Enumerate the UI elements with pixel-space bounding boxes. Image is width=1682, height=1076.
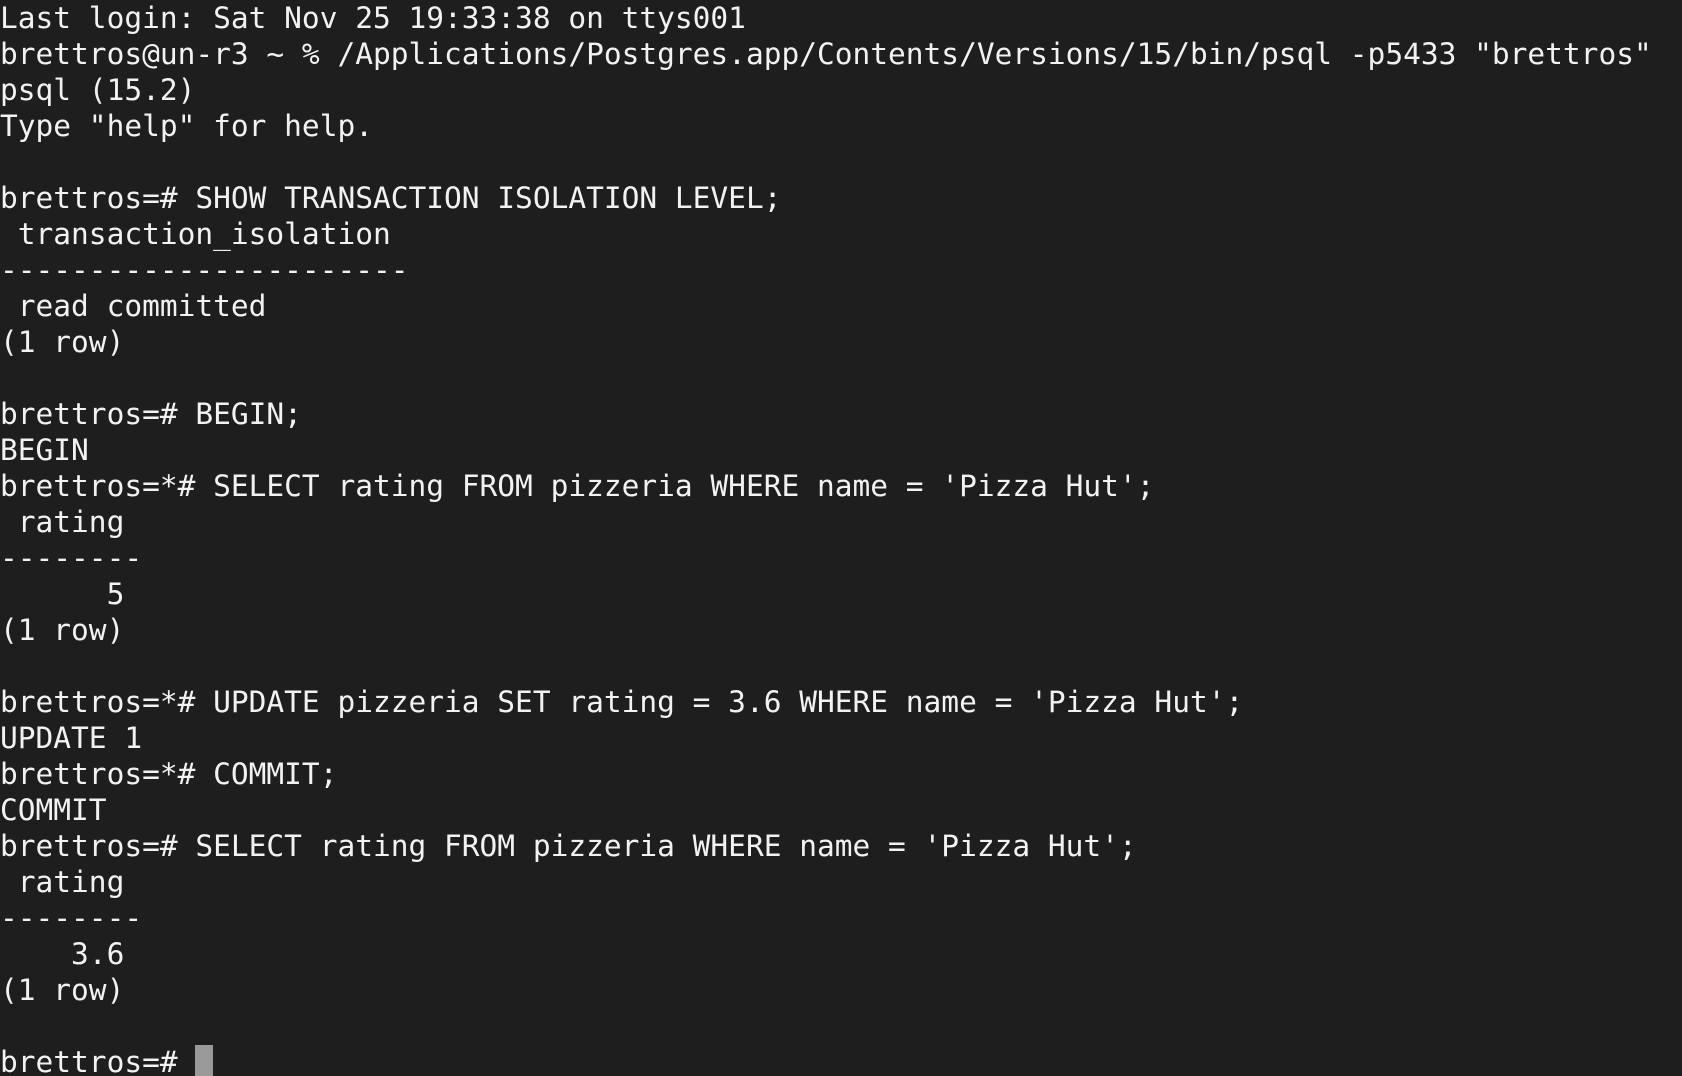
psql-command-line: brettros=*# COMMIT; [0, 757, 338, 791]
psql-command-line: brettros=# SHOW TRANSACTION ISOLATION LE… [0, 181, 782, 215]
psql-command-line: brettros=*# SELECT rating FROM pizzeria … [0, 469, 1155, 503]
output-line: UPDATE 1 [0, 721, 143, 755]
terminal-output: Last login: Sat Nov 25 19:33:38 on ttys0… [0, 0, 1682, 1044]
psql-command-line: brettros=# SELECT rating FROM pizzeria W… [0, 829, 1137, 863]
shell-command-line: brettros@un-r3 ~ % /Applications/Postgre… [0, 37, 1652, 71]
prompt-text: brettros=# [0, 1045, 196, 1076]
result-header: transaction_isolation [0, 217, 391, 251]
result-separator: -------- [0, 901, 143, 935]
result-row-count: (1 row) [0, 973, 125, 1007]
output-line: Last login: Sat Nov 25 19:33:38 on ttys0… [0, 1, 746, 35]
result-value: 5 [0, 577, 125, 611]
result-separator: ----------------------- [0, 253, 409, 287]
output-line: COMMIT [0, 793, 107, 827]
result-header: rating [0, 865, 125, 899]
output-line: Type "help" for help. [0, 109, 373, 143]
psql-command-line: brettros=*# UPDATE pizzeria SET rating =… [0, 685, 1244, 719]
result-row-count: (1 row) [0, 325, 125, 359]
output-line: psql (15.2) [0, 73, 196, 107]
terminal-window[interactable]: Last login: Sat Nov 25 19:33:38 on ttys0… [0, 0, 1682, 1076]
active-prompt-line[interactable]: brettros=# [0, 1044, 1682, 1076]
text-cursor [195, 1045, 214, 1076]
result-value: 3.6 [0, 937, 125, 971]
result-row-count: (1 row) [0, 613, 125, 647]
output-line: BEGIN [0, 433, 89, 467]
result-header: rating [0, 505, 125, 539]
result-separator: -------- [0, 541, 143, 575]
psql-command-line: brettros=# BEGIN; [0, 397, 302, 431]
result-value: read committed [0, 289, 267, 323]
